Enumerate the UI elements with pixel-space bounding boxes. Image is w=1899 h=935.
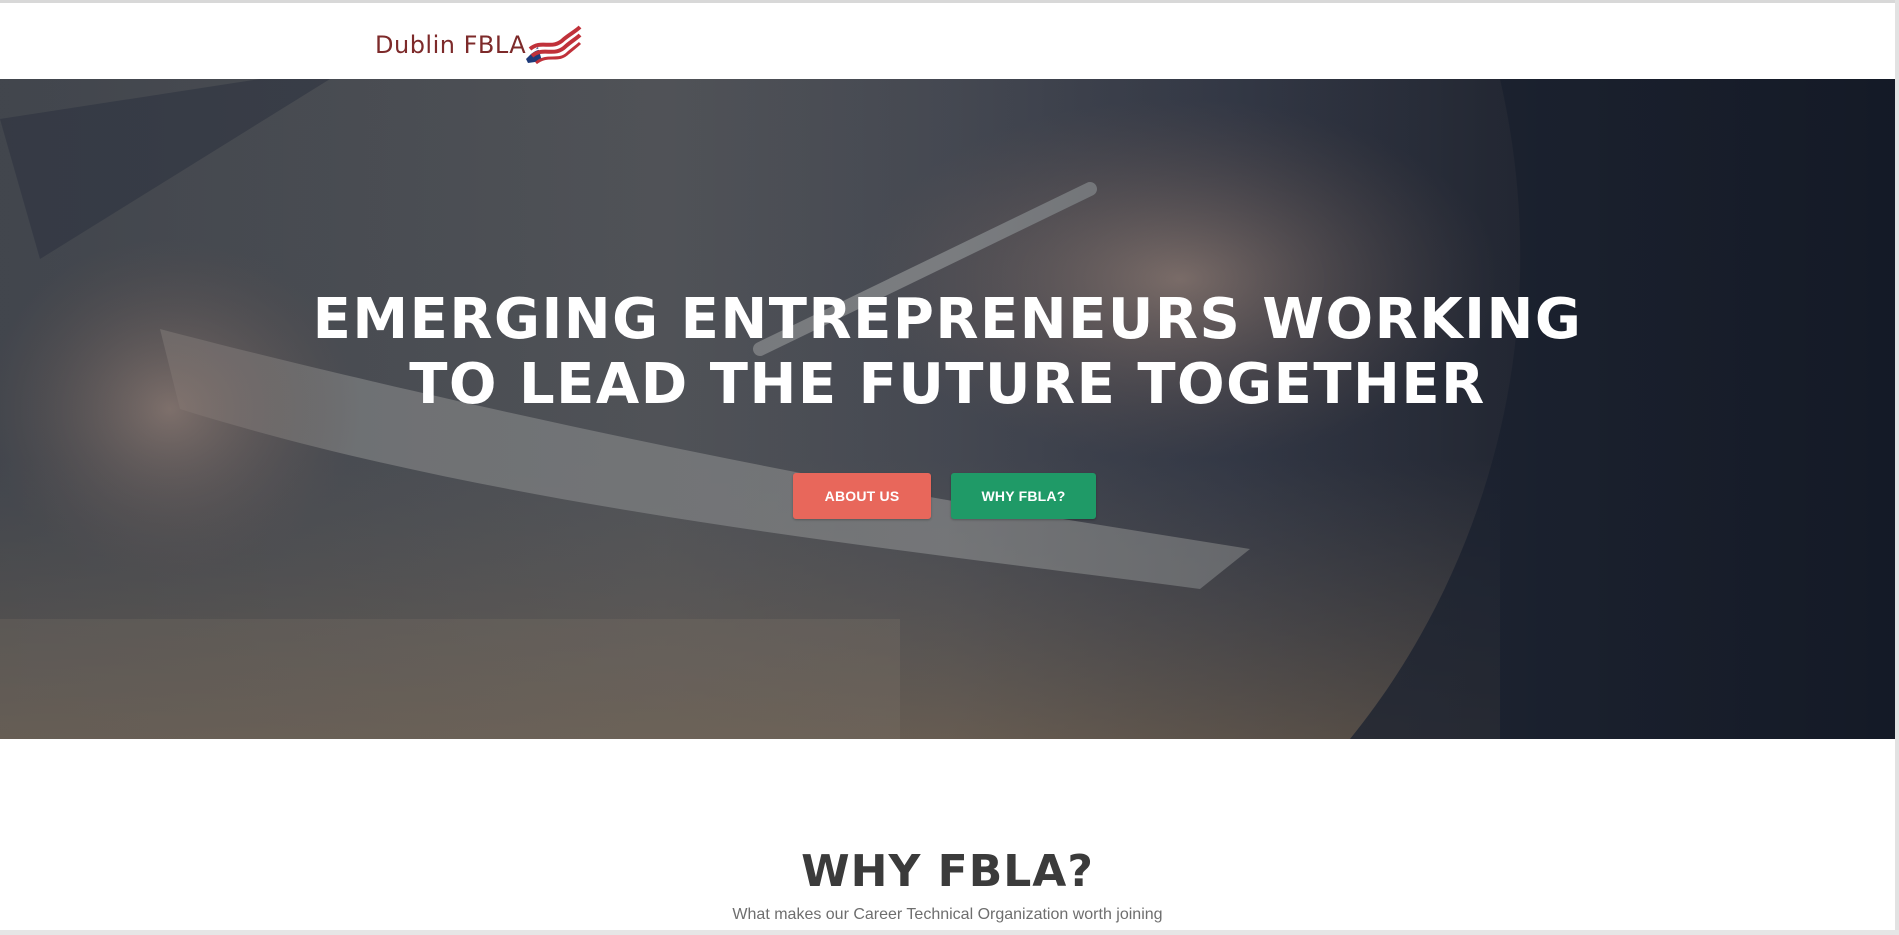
page: Dublin FBLA EMERGING ENTREPRENEURS WORKI… [0,0,1899,935]
vertical-scrollbar[interactable] [1895,0,1899,935]
hero-title-line-1: EMERGING ENTREPRENEURS WORKING [312,287,1583,352]
flag-stripes-icon [526,25,582,65]
brand-logo-link[interactable]: Dublin FBLA [375,25,582,65]
bottom-border [0,930,1899,935]
about-us-button[interactable]: ABOUT US [793,473,931,519]
hero-title-line-2: TO LEAD THE FUTURE TOGETHER [409,352,1486,417]
why-fbla-subtitle: What makes our Career Technical Organiza… [732,906,1163,923]
why-fbla-button[interactable]: WHY FBLA? [951,473,1096,519]
why-fbla-heading: WHY FBLA? [801,846,1094,897]
hero-title: EMERGING ENTREPRENEURS WORKING TO LEAD T… [250,287,1645,417]
hero-banner: EMERGING ENTREPRENEURS WORKING TO LEAD T… [0,79,1895,739]
navbar: Dublin FBLA [0,3,1899,79]
brand-name: Dublin FBLA [375,31,527,59]
